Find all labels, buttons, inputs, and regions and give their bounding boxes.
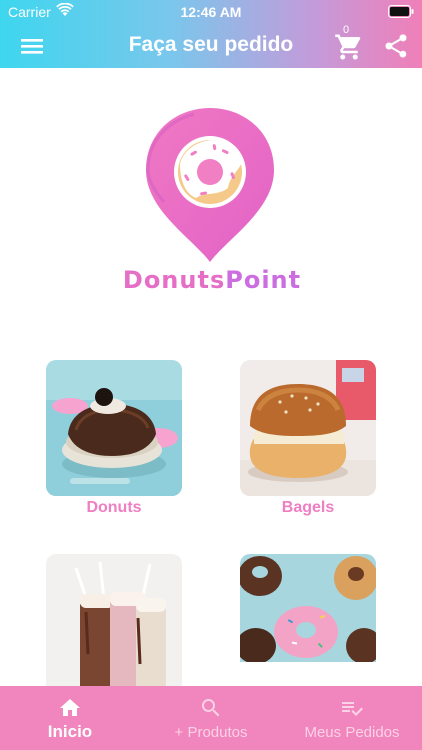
search-icon <box>202 699 220 717</box>
assorted-donuts-image <box>240 554 376 662</box>
logo-wordmark: DonutsPoint <box>104 266 320 294</box>
donuts-photo <box>46 360 182 496</box>
checklist-icon <box>342 702 363 716</box>
bottom-tab-bar: Inicio + Produtos Meus Pedidos <box>0 686 422 750</box>
bagel-image <box>240 360 376 496</box>
chocolate-donut-image <box>46 360 182 496</box>
category-bagels[interactable]: Bagels <box>240 360 376 517</box>
app-header: Faça seu pedido 0 <box>0 24 422 68</box>
category-assorted[interactable] <box>240 554 376 662</box>
share-icon[interactable] <box>382 32 410 60</box>
assorted-photo <box>240 554 376 662</box>
status-bar: Carrier 12:46 AM <box>0 0 422 24</box>
bagels-photo <box>240 360 376 496</box>
status-time: 12:46 AM <box>180 4 242 20</box>
cart-icon[interactable] <box>334 32 364 62</box>
tab-label: Meus Pedidos <box>304 724 400 741</box>
tab-produtos[interactable]: + Produtos <box>140 686 282 750</box>
category-label: Donuts <box>86 499 142 516</box>
category-label: Bagels <box>281 499 335 516</box>
logo-word-donuts: Donuts <box>122 266 226 294</box>
tab-label: + Produtos <box>174 724 248 741</box>
tab-meus-pedidos[interactable]: Meus Pedidos <box>282 686 422 750</box>
category-shakes[interactable] <box>46 554 182 686</box>
home-icon <box>60 699 80 716</box>
shakes-photo <box>46 554 182 686</box>
battery-icon <box>388 5 414 18</box>
tab-label: Inicio <box>47 722 93 741</box>
top-bar: Carrier 12:46 AM Faça seu pedido 0 <box>0 0 422 68</box>
milkshake-image <box>46 554 182 686</box>
logo-word-point: Point <box>225 266 302 294</box>
tab-inicio[interactable]: Inicio <box>0 686 140 750</box>
category-donuts[interactable]: Donuts <box>46 360 182 517</box>
